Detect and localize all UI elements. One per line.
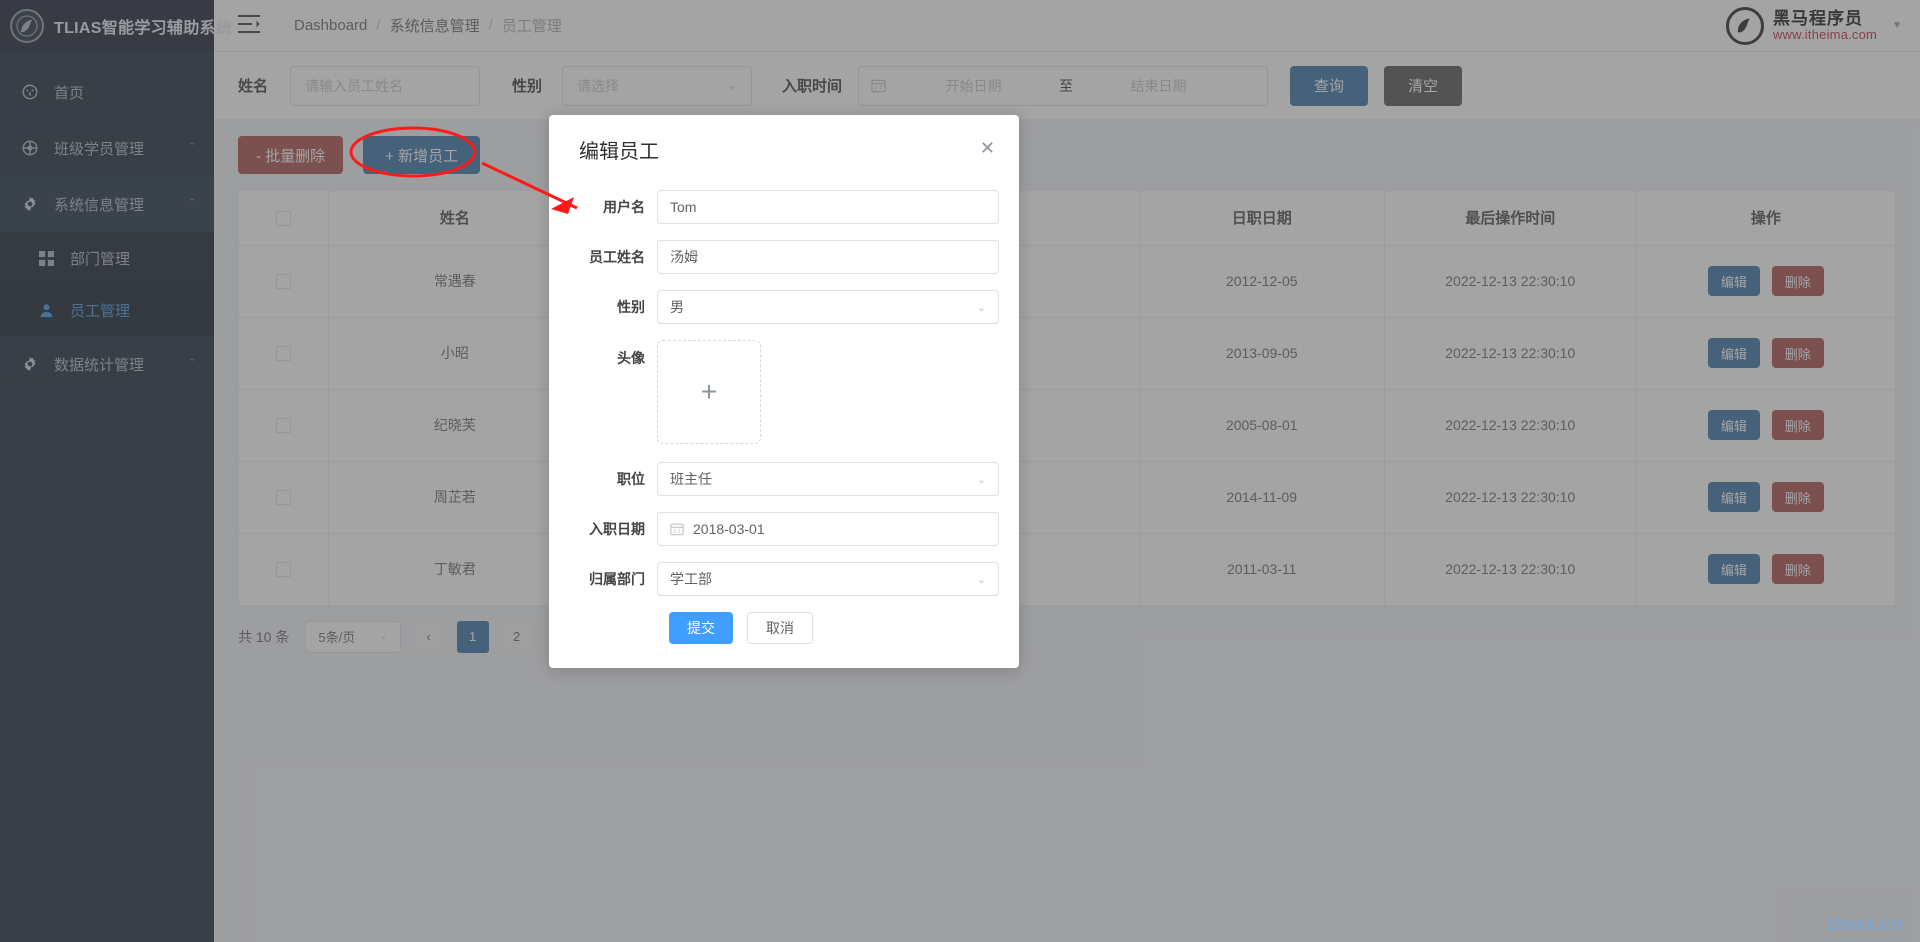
field-hire-date-label: 入职日期 [569, 519, 657, 539]
field-dept-label: 归属部门 [569, 569, 657, 589]
dialog-footer: 提交 取消 [569, 612, 999, 644]
field-job-label: 职位 [569, 469, 657, 489]
plus-icon: + [701, 378, 717, 406]
field-gender: 性别 男 ⌄ [569, 290, 999, 324]
cancel-button[interactable]: 取消 [747, 612, 813, 644]
dept-select-value: 学工部 [670, 569, 712, 589]
submit-button[interactable]: 提交 [669, 612, 733, 644]
field-hire-date: 入职日期 2018-03-01 [569, 512, 999, 546]
chevron-down-icon: ⌄ [977, 573, 986, 586]
edit-employee-dialog: 编辑员工 ✕ 用户名 Tom 员工姓名 汤姆 性别 男 ⌄ 头像 + [549, 115, 1019, 668]
dialog-title: 编辑员工 [579, 135, 659, 164]
chevron-down-icon: ⌄ [977, 301, 986, 314]
dialog-body: 用户名 Tom 员工姓名 汤姆 性别 男 ⌄ 头像 + [569, 168, 999, 644]
watermark: znwx.cn [1827, 914, 1904, 936]
hire-date-input[interactable]: 2018-03-01 [657, 512, 999, 546]
avatar-upload-button[interactable]: + [657, 340, 761, 444]
dialog-header: 编辑员工 ✕ [569, 135, 999, 168]
calendar-icon [670, 522, 684, 536]
hire-date-value: 2018-03-01 [693, 521, 765, 537]
field-username: 用户名 Tom [569, 190, 999, 224]
field-realname-label: 员工姓名 [569, 247, 657, 267]
field-avatar: 头像 + [569, 340, 999, 444]
field-gender-label: 性别 [569, 297, 657, 317]
field-avatar-label: 头像 [569, 340, 657, 368]
field-username-label: 用户名 [569, 197, 657, 217]
gender-select[interactable]: 男 ⌄ [657, 290, 999, 324]
field-realname: 员工姓名 汤姆 [569, 240, 999, 274]
username-input[interactable]: Tom [657, 190, 999, 224]
realname-input[interactable]: 汤姆 [657, 240, 999, 274]
field-dept: 归属部门 学工部 ⌄ [569, 562, 999, 596]
job-select[interactable]: 班主任 ⌄ [657, 462, 999, 496]
gender-select-value: 男 [670, 297, 684, 317]
job-select-value: 班主任 [670, 469, 712, 489]
field-job: 职位 班主任 ⌄ [569, 462, 999, 496]
close-icon[interactable]: ✕ [976, 135, 999, 161]
chevron-down-icon: ⌄ [977, 473, 986, 486]
dept-select[interactable]: 学工部 ⌄ [657, 562, 999, 596]
